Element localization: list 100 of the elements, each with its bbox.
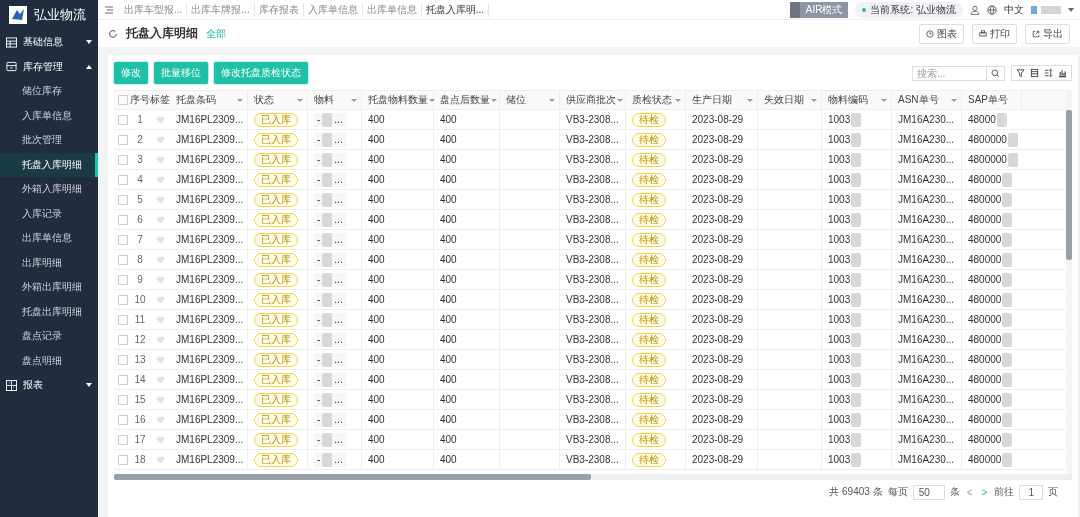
language-label[interactable]: 中文: [1004, 2, 1024, 17]
heart-icon[interactable]: [155, 155, 165, 164]
column-header[interactable]: 物料编码: [822, 91, 892, 109]
table-cell: 13: [134, 354, 146, 365]
checkbox[interactable]: [118, 294, 128, 305]
scrollbar-thumb[interactable]: [1066, 110, 1072, 260]
user-icon[interactable]: [970, 4, 980, 15]
filter-icon[interactable]: [1016, 68, 1025, 78]
columns-icon[interactable]: [1030, 68, 1039, 78]
menu-item[interactable]: 储位库存: [0, 79, 98, 104]
page-tab[interactable]: 入库单信息: [303, 2, 363, 17]
page-tab[interactable]: 出库单信息: [362, 2, 422, 17]
heart-icon[interactable]: [155, 375, 165, 384]
column-header[interactable]: 生产日期: [686, 91, 758, 109]
menu-item[interactable]: 托盘入库明细: [0, 152, 98, 177]
column-header[interactable]: 托盘物料数量: [362, 91, 434, 109]
checkbox[interactable]: [118, 434, 128, 445]
menu-group[interactable]: 报表: [0, 373, 98, 398]
heart-icon[interactable]: [155, 295, 165, 304]
page-tab[interactable]: 出库车型报...: [120, 2, 188, 17]
heart-icon[interactable]: [155, 455, 165, 464]
column-header[interactable]: 物料: [308, 91, 362, 109]
column-header[interactable]: 储位: [500, 91, 560, 109]
column-header[interactable]: 标签: [150, 91, 170, 109]
menu-item[interactable]: 盘点记录: [0, 324, 98, 349]
heart-icon[interactable]: [155, 255, 165, 264]
menu-group-label[interactable]: 基础信息: [23, 35, 80, 50]
export-button[interactable]: 导出: [1025, 23, 1070, 44]
globe-icon[interactable]: [987, 4, 997, 15]
menu-item[interactable]: 出库单信息: [0, 226, 98, 251]
menu-icon[interactable]: [104, 4, 114, 15]
checkbox[interactable]: [118, 234, 128, 245]
print-button[interactable]: 打印: [972, 23, 1017, 44]
checkbox[interactable]: [118, 95, 128, 105]
search-field[interactable]: 搜索...: [912, 65, 986, 81]
column-header[interactable]: 供应商批次: [560, 91, 626, 109]
checkbox[interactable]: [118, 154, 128, 165]
checkbox[interactable]: [118, 374, 128, 385]
heart-icon[interactable]: [155, 355, 165, 364]
menu-item[interactable]: 盘点明细: [0, 348, 98, 373]
heart-icon[interactable]: [155, 335, 165, 344]
heart-icon[interactable]: [155, 195, 165, 204]
checkbox[interactable]: [118, 354, 128, 365]
column-header[interactable]: ASN单号: [892, 91, 962, 109]
checkbox[interactable]: [118, 334, 128, 345]
checkbox[interactable]: [118, 174, 128, 185]
page-input[interactable]: 1: [1019, 484, 1043, 500]
heart-icon[interactable]: [155, 115, 165, 124]
menu-group[interactable]: 库存管理: [0, 54, 98, 79]
menu-group-label[interactable]: 库存管理: [23, 59, 80, 74]
refresh-icon[interactable]: [108, 28, 118, 39]
bar-chart-icon[interactable]: [1058, 68, 1067, 78]
heart-icon[interactable]: [155, 135, 165, 144]
caret-icon[interactable]: [1068, 7, 1074, 12]
heart-icon[interactable]: [155, 315, 165, 324]
column-header[interactable]: 托盘条码: [170, 91, 248, 109]
menu-group-label[interactable]: 报表: [23, 378, 80, 393]
column-header[interactable]: SAP单号: [962, 91, 1022, 109]
heart-icon[interactable]: [155, 275, 165, 284]
menu-item[interactable]: 入库记录: [0, 201, 98, 226]
page-size-select[interactable]: 50: [912, 484, 945, 500]
heart-icon[interactable]: [155, 235, 165, 244]
checkbox[interactable]: [118, 134, 128, 145]
heart-icon[interactable]: [155, 435, 165, 444]
checkbox[interactable]: [118, 414, 128, 425]
menu-item[interactable]: 批次管理: [0, 128, 98, 153]
menu-item[interactable]: 外箱入库明细: [0, 177, 98, 202]
sort-icon[interactable]: [1044, 68, 1053, 78]
column-header[interactable]: 盘点后数量: [434, 91, 500, 109]
menu-group[interactable]: 基础信息: [0, 30, 98, 55]
checkbox[interactable]: [118, 194, 128, 205]
column-header[interactable]: 失效日期: [758, 91, 822, 109]
menu-item[interactable]: 托盘出库明细: [0, 299, 98, 324]
menu-item[interactable]: 外箱出库明细: [0, 275, 98, 300]
page-tab[interactable]: 托盘入库明...: [421, 2, 490, 17]
heart-icon[interactable]: [155, 395, 165, 404]
heart-icon[interactable]: [155, 215, 165, 224]
checkbox[interactable]: [118, 254, 128, 265]
chart-button[interactable]: 图表: [919, 23, 964, 44]
checkbox[interactable]: [118, 274, 128, 285]
avatar[interactable]: [1031, 5, 1061, 14]
checkbox[interactable]: [118, 394, 128, 405]
search-icon[interactable]: [986, 65, 1005, 81]
column-header[interactable]: 序号: [130, 91, 150, 109]
table-cell: 400: [368, 394, 385, 405]
page-tab[interactable]: 出库车牌报...: [187, 2, 255, 17]
checkbox[interactable]: [118, 314, 128, 325]
menu-item[interactable]: 入库单信息: [0, 103, 98, 128]
table-cell: 400: [368, 154, 385, 165]
scrollbar-thumb[interactable]: [114, 474, 591, 480]
heart-icon[interactable]: [155, 415, 165, 424]
checkbox[interactable]: [118, 214, 128, 225]
checkbox[interactable]: [118, 454, 128, 465]
heart-icon[interactable]: [155, 175, 165, 184]
column-header[interactable]: 状态: [248, 91, 308, 109]
column-header[interactable]: 质检状态: [626, 91, 686, 109]
menu-item[interactable]: 出库明细: [0, 250, 98, 275]
redaction: [1002, 312, 1013, 327]
page-tab[interactable]: 库存报表: [254, 2, 304, 17]
checkbox[interactable]: [118, 114, 128, 125]
